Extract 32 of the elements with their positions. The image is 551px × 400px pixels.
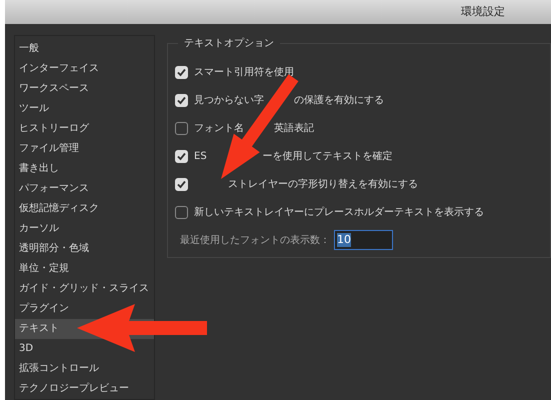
sidebar-item[interactable]: プラグイン (15, 299, 154, 319)
checkbox-label: ーを使用してテキストを確定 (262, 150, 393, 164)
sidebar-item[interactable]: ワークスペース (15, 79, 154, 99)
window-title: 環境設定 (461, 4, 505, 20)
checkbox-label: 英語表記 (274, 122, 314, 136)
checkbox-label: スマート引用符を使用 (194, 66, 294, 80)
checkbox[interactable] (175, 206, 188, 218)
checkbox[interactable] (175, 122, 188, 134)
sidebar-item[interactable]: 一般 (15, 39, 154, 59)
sidebar-item[interactable]: 単位・定規 (15, 259, 154, 279)
sidebar-item[interactable]: パフォーマンス (15, 179, 154, 199)
sidebar-item[interactable]: 書き出し (15, 159, 154, 179)
arrow-icon (77, 303, 208, 353)
sidebar-item[interactable]: 透明部分・色域 (15, 239, 154, 259)
sidebar-item[interactable]: 拡張コントロール (15, 359, 154, 379)
checkbox-label: 新しいテキストレイヤーにプレースホルダーテキストを表示する (194, 206, 484, 220)
sidebar-item[interactable]: ツール (15, 99, 154, 119)
sidebar-item[interactable]: テクノロジープレビュー (15, 379, 154, 399)
checkbox-label: ES (194, 150, 207, 164)
sidebar-item[interactable]: ヒストリーログ (15, 119, 154, 139)
sidebar-item[interactable]: ガイド・グリッド・スライス (15, 279, 154, 299)
sidebar-item[interactable]: カーソル (15, 219, 154, 239)
field-label: 最近使用したフォントの表示数： (180, 234, 330, 248)
sidebar-item[interactable]: ファイル管理 (15, 139, 154, 159)
checkbox-label: の保護を有効にする (294, 94, 384, 108)
sidebar-item[interactable]: 3D (15, 339, 154, 359)
input-field[interactable]: 10 (334, 230, 393, 250)
checkbox-label: ストレイヤーの字形切り替えを有効にする (228, 178, 418, 192)
checkbox-label: 見つからない字 (194, 94, 264, 108)
sidebar-item[interactable]: インターフェイス (15, 59, 154, 79)
sidebar-item[interactable]: 仮想記憶ディスク (15, 199, 154, 219)
checkbox-label: フォント名 (194, 122, 244, 136)
